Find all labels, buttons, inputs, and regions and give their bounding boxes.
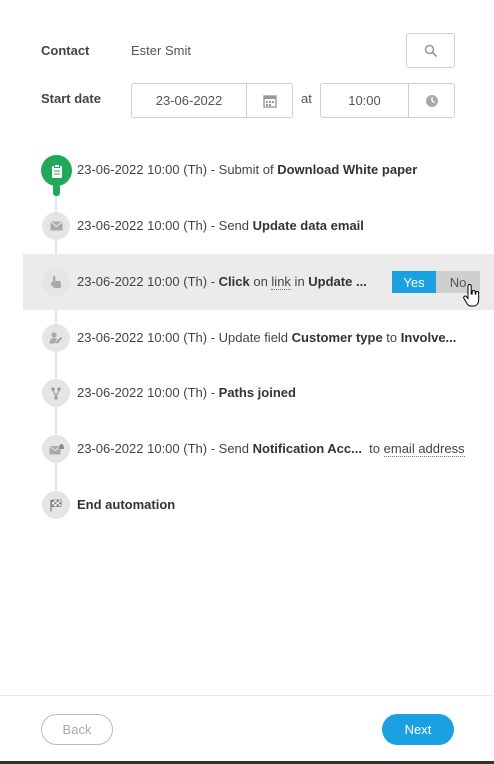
step-text: 23-06-2022 10:00 (Th) - Submit of Downlo… xyxy=(77,162,417,177)
step-timestamp: 23-06-2022 10:00 (Th) xyxy=(77,441,208,456)
step-subject: Download White paper xyxy=(277,162,418,177)
step-icon-badge xyxy=(42,379,70,407)
field-name: Customer type xyxy=(291,330,383,345)
step-icon-badge xyxy=(42,212,70,240)
yes-option[interactable]: Yes xyxy=(392,271,436,293)
clipboard-icon xyxy=(51,163,62,178)
step-connector-text: on xyxy=(249,274,272,289)
link-target[interactable]: link xyxy=(271,274,291,290)
search-icon xyxy=(424,44,437,57)
start-time-input[interactable]: 10:00 xyxy=(321,84,408,117)
envelope-icon xyxy=(49,221,63,231)
next-button[interactable]: Next xyxy=(382,714,454,745)
step-separator: - xyxy=(207,441,219,456)
timeline-step-send-email[interactable]: 23-06-2022 10:00 (Th) - Send Update data… xyxy=(0,206,494,246)
step-active-connector xyxy=(53,184,60,196)
step-action: Click xyxy=(218,274,250,289)
step-separator: - xyxy=(207,330,219,345)
step-text: End automation xyxy=(77,497,175,512)
footer-divider xyxy=(0,695,494,696)
step-connector-text: in xyxy=(290,274,309,289)
step-connector-text: to xyxy=(382,330,401,345)
step-icon-badge xyxy=(42,324,70,352)
step-connector-text: to xyxy=(361,441,384,456)
step-separator: - xyxy=(207,385,219,400)
step-timestamp: 23-06-2022 10:00 (Th) xyxy=(77,218,208,233)
timeline-step-send-notification[interactable]: 23-06-2022 10:00 (Th) - Send Notificatio… xyxy=(0,429,494,469)
timeline-step-paths-joined[interactable]: 23-06-2022 10:00 (Th) - Paths joined xyxy=(0,373,494,413)
contact-search-button[interactable] xyxy=(406,33,455,68)
step-subject: Update data email xyxy=(252,218,364,233)
timeline-step-end[interactable]: End automation xyxy=(0,485,494,525)
step-subject: End automation xyxy=(77,497,176,512)
step-timestamp: 23-06-2022 10:00 (Th) xyxy=(77,274,208,289)
step-timestamp: 23-06-2022 10:00 (Th) xyxy=(77,385,208,400)
step-icon-badge xyxy=(42,435,70,463)
at-label: at xyxy=(301,91,312,106)
step-text: 23-06-2022 10:00 (Th) - Paths joined xyxy=(77,385,296,400)
timeline-step-submit[interactable]: 23-06-2022 10:00 (Th) - Submit of Downlo… xyxy=(0,150,494,196)
step-subject: Paths joined xyxy=(218,385,296,400)
step-separator: - xyxy=(207,274,219,289)
step-timestamp: 23-06-2022 10:00 (Th) xyxy=(77,330,208,345)
step-subject: Update ... xyxy=(308,274,367,289)
timeline-step-update-field[interactable]: 23-06-2022 10:00 (Th) - Update field Cus… xyxy=(0,318,494,358)
start-date-label: Start date xyxy=(41,91,101,106)
start-time-field[interactable]: 10:00 xyxy=(320,83,455,118)
branch-icon xyxy=(51,386,61,400)
clock-button[interactable] xyxy=(408,84,454,117)
user-edit-icon xyxy=(49,332,63,344)
calendar-icon xyxy=(262,94,277,108)
step-icon-badge xyxy=(42,268,70,296)
contact-value: Ester Smit xyxy=(131,43,191,58)
step-action: Submit of xyxy=(218,162,278,177)
finish-flag-icon xyxy=(50,499,62,511)
step-icon-badge xyxy=(42,491,70,519)
step-text: 23-06-2022 10:00 (Th) - Click on link in… xyxy=(77,274,367,290)
clock-icon xyxy=(425,94,438,107)
step-text: 23-06-2022 10:00 (Th) - Update field Cus… xyxy=(77,330,456,345)
calendar-button[interactable] xyxy=(246,84,292,117)
email-address-link[interactable]: email address xyxy=(383,441,465,457)
step-separator: - xyxy=(207,162,219,177)
field-value: Involve... xyxy=(400,330,457,345)
contact-label: Contact xyxy=(41,43,90,58)
start-date-field[interactable]: 23-06-2022 xyxy=(131,83,293,118)
step-icon-badge xyxy=(41,155,72,186)
step-timestamp: 23-06-2022 10:00 (Th) xyxy=(77,162,208,177)
step-subject: Notification Acc... xyxy=(252,441,362,456)
step-separator: - xyxy=(207,218,219,233)
step-action: Send xyxy=(218,441,253,456)
step-action: Send xyxy=(218,218,253,233)
envelope-bell-icon xyxy=(48,444,64,455)
step-text: 23-06-2022 10:00 (Th) - Send Notificatio… xyxy=(77,441,465,457)
hand-cursor-icon xyxy=(463,284,480,307)
back-button[interactable]: Back xyxy=(41,714,113,745)
hand-pointer-icon xyxy=(51,276,61,288)
step-text: 23-06-2022 10:00 (Th) - Send Update data… xyxy=(77,218,364,233)
timeline-step-click-link-content: 23-06-2022 10:00 (Th) - Click on link in… xyxy=(0,262,494,307)
start-date-input[interactable]: 23-06-2022 xyxy=(132,84,246,117)
step-action: Update field xyxy=(218,330,292,345)
